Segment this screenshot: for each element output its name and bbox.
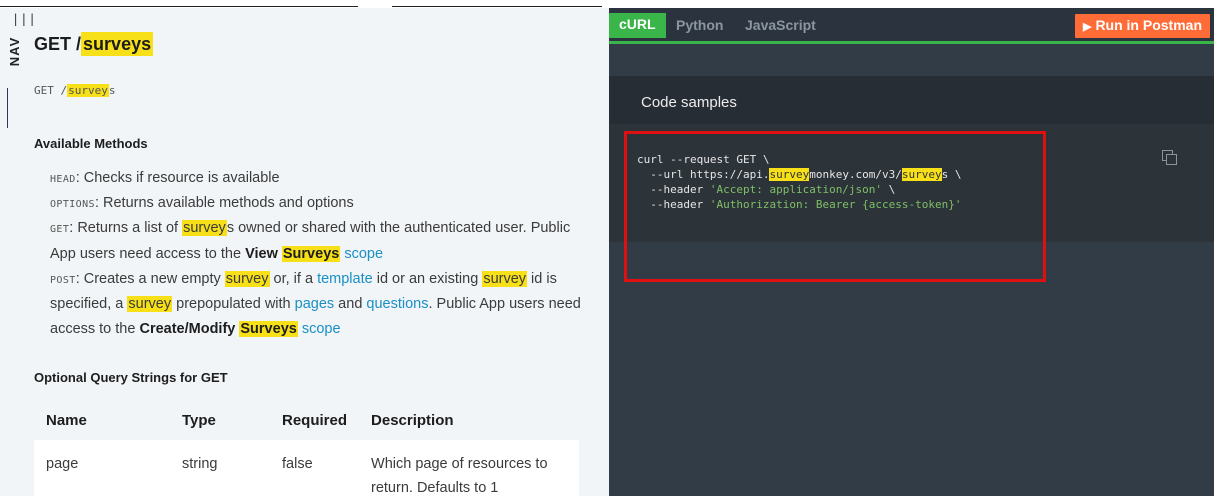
path-highlight: survey (67, 84, 109, 97)
highlight: survey (482, 270, 528, 287)
highlight: survey (127, 296, 173, 313)
text: and (334, 296, 367, 313)
text: : Returns a list of (69, 220, 183, 237)
docs-panel: ||| NAV GET / surveys GET /surveys Availa… (0, 8, 609, 496)
annotation-box (624, 131, 1046, 282)
nav-toggle-button[interactable]: ||| NAV (7, 12, 37, 72)
cell-required: false (282, 456, 313, 472)
method-post: POST: Creates a new empty survey or, if … (50, 267, 590, 343)
top-strip (0, 0, 1214, 8)
language-tabs: cURL Python JavaScript ▶ Run in Postman (609, 8, 1214, 44)
col-header-name: Name (46, 411, 87, 429)
method-code: GET (50, 224, 70, 236)
code-samples-header: Code samples (609, 76, 1214, 124)
method-get: GET: Returns a list of surveys owned or … (50, 216, 590, 266)
table-header-row: Name Type Required Description (34, 400, 579, 440)
title-method: GET (34, 34, 72, 54)
method-code: POST (50, 274, 76, 286)
run-in-postman-button[interactable]: ▶ Run in Postman (1074, 14, 1210, 38)
col-header-required: Required (282, 411, 348, 429)
text: : Creates a new empty (75, 270, 225, 287)
code-samples-title: Code samples (641, 94, 737, 111)
path-suffix: s (108, 84, 116, 97)
method-code: HEAD (50, 174, 76, 185)
text: prepopulated with (172, 296, 295, 313)
col-header-type: Type (182, 411, 216, 429)
tab-javascript[interactable]: JavaScript (745, 17, 816, 33)
endpoint-path: GET /surveys (34, 84, 116, 97)
pages-link[interactable]: pages (295, 296, 335, 312)
query-params-table: Name Type Required Description page stri… (34, 400, 580, 496)
cell-type: string (182, 456, 218, 472)
bold-text: Create/Modify (139, 321, 240, 338)
path-method: GET (34, 84, 54, 97)
highlight: survey (182, 220, 227, 237)
nav-label-wrap: NAV (7, 30, 26, 70)
template-link[interactable]: template (317, 271, 373, 287)
col-header-description: Description (371, 411, 454, 429)
menu-bars-icon: ||| (12, 12, 37, 26)
questions-link[interactable]: questions (366, 296, 428, 312)
cell-name: page (46, 456, 79, 472)
top-divider (392, 6, 602, 7)
copy-icon-front (1166, 154, 1177, 165)
method-desc: : Checks if resource is available (75, 170, 280, 186)
text: id or an existing (372, 270, 483, 287)
page-title: GET / surveys (34, 32, 154, 56)
query-strings-heading: Optional Query Strings for GET (34, 370, 228, 385)
method-desc: : Returns available methods and options (94, 195, 354, 212)
highlight: survey (224, 270, 270, 287)
scope-link[interactable]: scope (302, 321, 341, 337)
top-divider (0, 6, 358, 7)
scope-link[interactable]: scope (344, 246, 383, 262)
method-options: OPTIONS: Returns available methods and o… (50, 191, 590, 216)
table-row: page string false Which page of resource… (34, 440, 580, 496)
copy-icon[interactable] (1162, 150, 1178, 166)
play-icon: ▶ (1082, 21, 1092, 33)
highlight: Surveys (281, 245, 341, 262)
cell-description: Which page of resources to return. Defau… (371, 456, 548, 496)
text: or, if a (269, 270, 318, 287)
postman-label: Run in Postman (1095, 17, 1202, 33)
tab-python[interactable]: Python (676, 17, 723, 33)
method-head: HEAD: Checks if resource is available (50, 166, 590, 191)
available-methods-heading: Available Methods (34, 136, 148, 151)
tab-curl[interactable]: cURL (609, 13, 666, 38)
bold-text: View (245, 245, 282, 262)
available-methods-list: HEAD: Checks if resource is available OP… (50, 166, 590, 342)
method-code: OPTIONS (50, 199, 95, 211)
title-path-highlight: surveys (81, 32, 154, 56)
nav-label: NAV (7, 36, 23, 67)
highlight: Surveys (239, 321, 298, 338)
left-edge-bar (7, 88, 8, 128)
